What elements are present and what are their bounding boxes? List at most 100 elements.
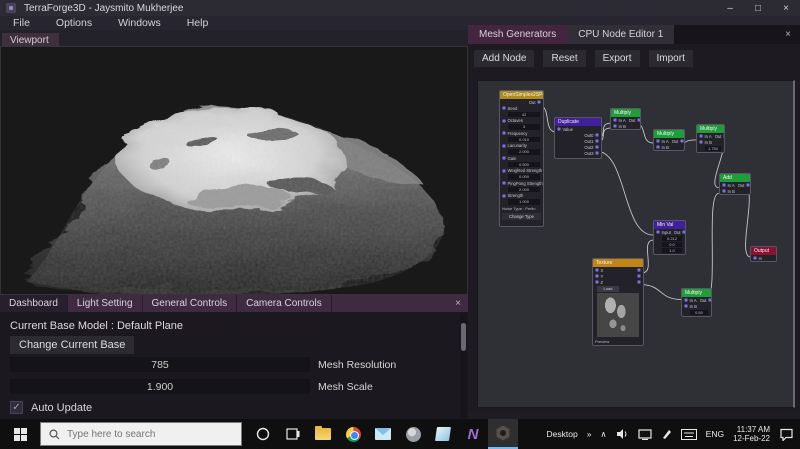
node-duplicate[interactable]: Duplicate Value Out0 Out1 Out2 Out3 (554, 117, 602, 159)
menu-file[interactable]: File (0, 17, 43, 29)
menu-help[interactable]: Help (174, 17, 222, 29)
cortana-icon[interactable] (248, 419, 278, 449)
notification-icon[interactable] (779, 428, 794, 441)
node-pin[interactable] (722, 183, 726, 187)
node-pin[interactable] (684, 298, 688, 302)
node-pin[interactable] (502, 168, 506, 173)
node-pin[interactable] (745, 183, 750, 187)
node-pin[interactable] (502, 106, 506, 110)
close-button[interactable]: × (772, 0, 800, 16)
visual-studio-icon[interactable]: N (458, 419, 488, 449)
node-multiply[interactable]: Multiply In A Out In B (610, 108, 641, 130)
node-multiply[interactable]: Multiply In A Out In B 0.50 (681, 288, 712, 317)
menu-windows[interactable]: Windows (105, 17, 174, 29)
node-pin[interactable] (502, 156, 506, 160)
node-pin[interactable] (502, 131, 506, 135)
pen-ink-icon[interactable] (661, 428, 672, 440)
dashboard-close-icon[interactable]: × (448, 295, 468, 312)
node-pin[interactable] (656, 139, 660, 143)
texture-load-button[interactable]: Load (597, 286, 619, 292)
language-indicator[interactable]: ENG (706, 429, 724, 439)
tab-camera-controls[interactable]: Camera Controls (237, 295, 332, 312)
auto-update-checkbox[interactable]: ✓ (10, 401, 23, 414)
export-button[interactable]: Export (594, 50, 640, 67)
node-min-val[interactable]: Min Val Input Out 0.212 0.0 1.0 (653, 220, 686, 255)
node-pin[interactable] (595, 133, 599, 137)
node-pin[interactable] (637, 268, 641, 272)
scrollbar-thumb[interactable] (461, 323, 466, 351)
terraforge3d-taskbar-icon[interactable] (488, 419, 518, 449)
node-pin[interactable] (613, 118, 617, 122)
node-pin[interactable] (502, 181, 506, 185)
node-pin[interactable] (699, 134, 703, 138)
add-node-button[interactable]: Add Node (474, 50, 535, 67)
node-pin[interactable] (595, 280, 599, 284)
network-icon[interactable] (638, 428, 652, 440)
mesh-scale-input[interactable] (10, 379, 310, 394)
node-pin[interactable] (656, 230, 660, 234)
hidden-icons-chevron[interactable]: ∧ (600, 429, 606, 440)
maximize-button[interactable]: □ (744, 0, 772, 16)
dashboard-scrollbar[interactable] (460, 313, 467, 418)
chrome-icon[interactable] (338, 419, 368, 449)
node-editor-close-icon[interactable]: × (776, 25, 800, 44)
node-pin[interactable] (613, 124, 617, 128)
tab-cpu-node-editor[interactable]: CPU Node Editor 1 (567, 25, 675, 44)
node-multiply[interactable]: Multiply In A Out In B (653, 129, 685, 151)
tab-light-setting[interactable]: Light Setting (68, 295, 143, 312)
node-pin[interactable] (595, 139, 599, 143)
mail-icon[interactable] (368, 419, 398, 449)
tab-dashboard[interactable]: Dashboard (0, 295, 68, 312)
node-pin[interactable] (722, 189, 726, 193)
node-pin[interactable] (707, 298, 711, 302)
node-pin[interactable] (595, 274, 599, 278)
node-pin[interactable] (722, 134, 724, 138)
keyboard-icon[interactable] (680, 428, 697, 440)
steam-icon[interactable] (398, 419, 428, 449)
menu-options[interactable]: Options (43, 17, 105, 29)
file-explorer-icon[interactable] (308, 419, 338, 449)
node-pin[interactable] (557, 127, 561, 131)
node-pin[interactable] (684, 304, 688, 308)
clock[interactable]: 11:37 AM 12-Feb-22 (733, 425, 770, 443)
change-type-button[interactable]: Change Type (502, 213, 541, 220)
taskbar-search[interactable] (40, 422, 242, 446)
tab-mesh-generators[interactable]: Mesh Generators (468, 25, 568, 44)
node-pin[interactable] (637, 280, 641, 284)
onenote-icon[interactable] (428, 419, 458, 449)
node-pin[interactable] (637, 274, 641, 278)
import-button[interactable]: Import (648, 50, 693, 67)
reset-button[interactable]: Reset (543, 50, 586, 67)
task-view-icon[interactable] (278, 419, 308, 449)
minimize-button[interactable]: – (716, 0, 744, 16)
start-button[interactable] (0, 419, 40, 449)
node-pin[interactable] (502, 193, 506, 198)
change-current-base-button[interactable]: Change Current Base (10, 336, 135, 354)
node-multiply[interactable]: Multiply In A Out In B 1.750 (696, 124, 725, 153)
node-texture[interactable]: Texture X Y Z Load Preview (592, 258, 644, 346)
node-pin[interactable] (537, 100, 541, 104)
node-pin[interactable] (595, 145, 599, 149)
node-pin[interactable] (753, 256, 757, 260)
tab-general-controls[interactable]: General Controls (143, 295, 238, 312)
node-pin[interactable] (636, 118, 640, 122)
node-pin[interactable] (699, 140, 703, 144)
node-pin[interactable] (502, 118, 506, 123)
node-pin[interactable] (595, 268, 599, 272)
volume-icon[interactable] (616, 428, 629, 440)
node-pin[interactable] (595, 151, 599, 155)
search-input[interactable] (67, 428, 227, 440)
chevron-right-icon[interactable]: » (587, 429, 592, 439)
mesh-resolution-input[interactable] (10, 357, 310, 372)
desktops-toolbar[interactable]: Desktop (547, 429, 578, 439)
node-title: Multiply (682, 289, 711, 297)
node-pin[interactable] (656, 145, 660, 149)
node-pin[interactable] (679, 139, 684, 143)
viewport-3d[interactable] (0, 46, 468, 297)
node-graph-canvas[interactable]: OpenSimplex2SPerlinOutSeed42Octaves3Freq… (477, 80, 795, 408)
node-add[interactable]: Add In A Out In B (719, 173, 751, 195)
node-output[interactable]: Output In (750, 246, 777, 262)
node-pin[interactable] (682, 230, 685, 234)
node-opensimplex2sperlin[interactable]: OpenSimplex2SPerlinOutSeed42Octaves3Freq… (499, 90, 544, 227)
node-pin[interactable] (502, 143, 506, 148)
